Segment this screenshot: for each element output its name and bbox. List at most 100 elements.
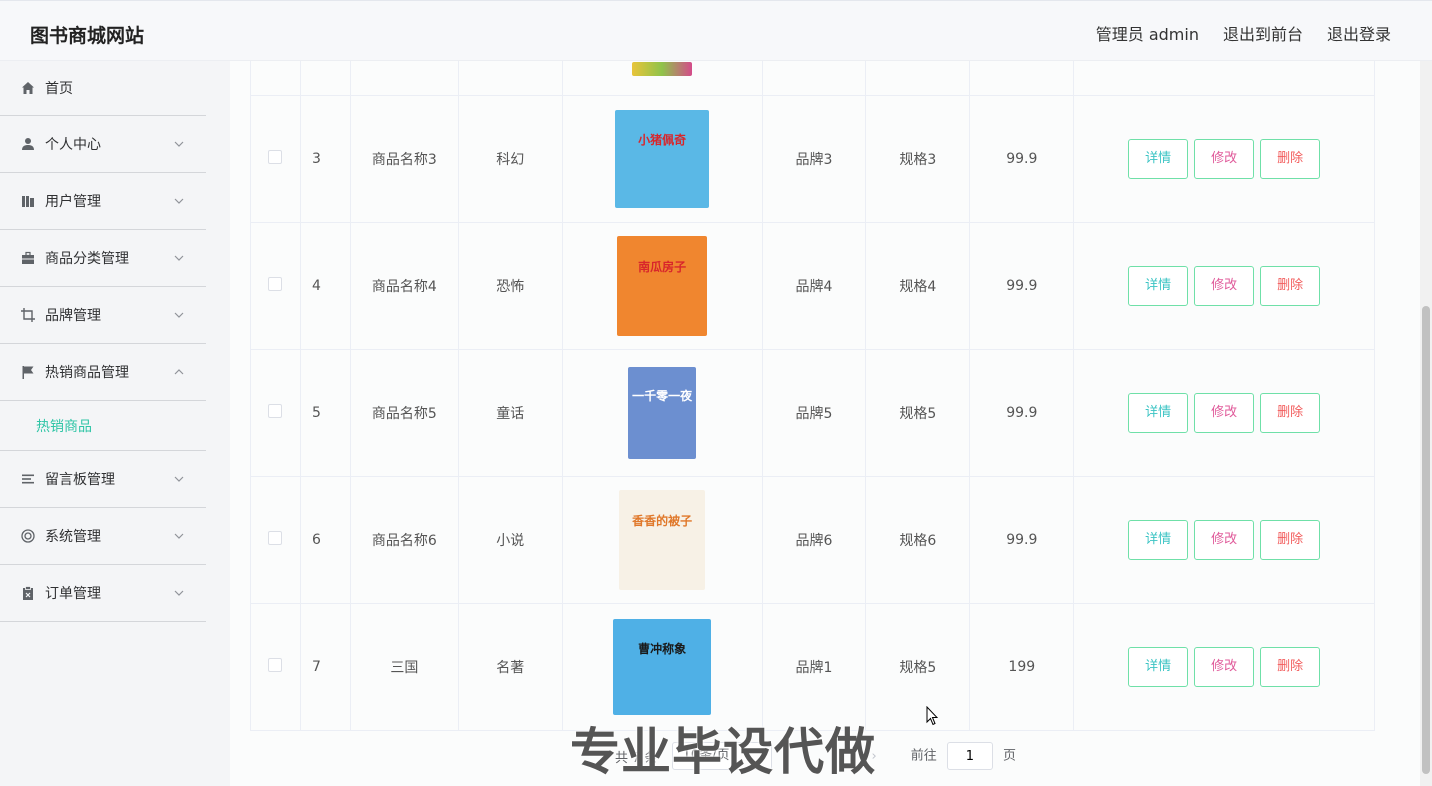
row-index: 4 — [300, 222, 351, 350]
settings-icon — [20, 528, 36, 544]
sidebar-item-users[interactable]: 用户管理 — [0, 173, 206, 230]
product-category: 恐怖 — [458, 222, 563, 350]
product-price: 99.9 — [969, 222, 1075, 350]
product-brand: 品牌5 — [762, 349, 867, 477]
row-actions: 详情 修改 删除 — [1073, 95, 1375, 223]
product-spec: 规格3 — [865, 95, 971, 223]
detail-button[interactable]: 详情 — [1128, 138, 1189, 179]
delete-button[interactable]: 删除 — [1260, 138, 1321, 179]
sidebar-item-label: 商品分类管理 — [45, 251, 129, 267]
product-category: 童话 — [458, 349, 563, 477]
next-page-icon[interactable]: › — [872, 749, 877, 764]
sidebar-menu: 首页 个人中心 用户管理 商品分类管理 品牌管理 热销商品管理 热销商品 留言板… — [0, 61, 206, 786]
product-name: 三国 — [350, 603, 459, 731]
product-cover-image: 一千零一夜 — [628, 366, 697, 459]
delete-button[interactable]: 删除 — [1260, 646, 1321, 687]
admin-account-link[interactable]: 管理员 admin — [1096, 21, 1199, 45]
product-cover-cell: 南瓜房子 — [562, 222, 763, 350]
product-brand: 品牌1 — [762, 603, 867, 731]
flag-icon — [20, 364, 36, 380]
goto-page-input[interactable] — [946, 742, 993, 770]
product-cover-cell: 一千零一夜 — [562, 349, 763, 477]
edit-button[interactable]: 修改 — [1194, 646, 1255, 687]
sidebar-item-personal[interactable]: 个人中心 — [0, 116, 206, 173]
sidebar-item-system[interactable]: 系统管理 — [0, 508, 206, 565]
delete-button[interactable]: 删除 — [1260, 519, 1321, 560]
chevron-down-icon — [174, 198, 184, 204]
product-cover-cell: 香香的被子 — [562, 476, 763, 604]
sidebar-item-orders[interactable]: 订单管理 — [0, 565, 206, 622]
table-row: 4 商品名称4 恐怖 南瓜房子 品牌4 规格4 99.9 详情 修改 删除 — [250, 222, 1375, 350]
page-unit-label: 页 — [1003, 748, 1017, 764]
sidebar-subitem-hot-products[interactable]: 热销商品 — [0, 401, 206, 451]
row-select-cell — [250, 95, 301, 223]
chevron-up-icon — [174, 369, 184, 375]
edit-button[interactable]: 修改 — [1194, 392, 1255, 433]
vertical-scrollbar[interactable] — [1420, 61, 1432, 786]
product-name: 商品名称3 — [350, 95, 459, 223]
product-spec: 规格5 — [865, 603, 971, 731]
product-category: 名著 — [458, 603, 563, 731]
sidebar-item-messages[interactable]: 留言板管理 — [0, 451, 206, 508]
sidebar-item-label: 首页 — [45, 81, 73, 97]
detail-button[interactable]: 详情 — [1128, 392, 1189, 433]
sidebar-item-hot[interactable]: 热销商品管理 — [0, 344, 206, 401]
detail-button[interactable]: 详情 — [1128, 265, 1189, 306]
briefcase-icon — [20, 250, 36, 266]
delete-button[interactable]: 删除 — [1260, 392, 1321, 433]
chevron-down-icon — [174, 476, 184, 482]
table-row: 7 三国 名著 曹冲称象 品牌1 规格5 199 详情 修改 删除 — [250, 603, 1375, 731]
page-size-select[interactable]: 10条/页 — [671, 742, 772, 770]
clipboard-icon — [20, 585, 36, 601]
product-price: 99.9 — [969, 476, 1075, 604]
chevron-down-icon — [174, 590, 184, 596]
goto-page: 前往 页 — [911, 742, 1016, 770]
cover-title: 曹冲称象 — [638, 641, 687, 656]
cover-title: 南瓜房子 — [638, 259, 687, 274]
product-spec: 规格4 — [865, 222, 971, 350]
row-checkbox[interactable] — [268, 530, 283, 545]
exit-to-front-link[interactable]: 退出到前台 — [1223, 21, 1303, 45]
sidebar-item-category[interactable]: 商品分类管理 — [0, 230, 206, 287]
sidebar-item-home[interactable]: 首页 — [0, 61, 206, 116]
edit-button[interactable]: 修改 — [1194, 519, 1255, 560]
row-actions: 详情 修改 删除 — [1073, 476, 1375, 604]
product-brand: 品牌6 — [762, 476, 867, 604]
sidebar-item-brand[interactable]: 品牌管理 — [0, 287, 206, 344]
cover-title: 香香的被子 — [632, 513, 693, 528]
product-cover-image: 南瓜房子 — [617, 235, 708, 336]
row-checkbox[interactable] — [268, 657, 283, 672]
top-header: 图书商城网站 管理员 admin 退出到前台 退出登录 — [0, 0, 1432, 61]
products-table: 3 商品名称3 科幻 小猪佩奇 品牌3 规格3 99.9 详情 修改 删除 4 商品名称4 恐怖 南瓜房子… — [250, 61, 1375, 731]
sidebar-item-label: 个人中心 — [45, 137, 101, 153]
detail-button[interactable]: 详情 — [1128, 519, 1189, 560]
product-name: 商品名称5 — [350, 349, 459, 477]
scrollbar-thumb[interactable] — [1422, 306, 1430, 774]
row-checkbox[interactable] — [268, 149, 283, 164]
sidebar-item-label: 订单管理 — [45, 586, 101, 602]
logout-link[interactable]: 退出登录 — [1327, 21, 1391, 45]
row-select-cell — [250, 603, 301, 731]
product-spec: 规格5 — [865, 349, 971, 477]
header-links: 管理员 admin 退出到前台 退出登录 — [1096, 21, 1391, 45]
row-select-cell — [250, 476, 301, 604]
product-cover-image: 小猪佩奇 — [615, 109, 710, 208]
edit-button[interactable]: 修改 — [1194, 265, 1255, 306]
row-actions: 详情 修改 删除 — [1073, 603, 1375, 731]
delete-button[interactable]: 删除 — [1260, 265, 1321, 306]
row-index: 5 — [300, 349, 351, 477]
row-checkbox[interactable] — [268, 403, 283, 418]
product-cover-image — [632, 61, 693, 76]
table-row — [250, 61, 1375, 96]
sidebar-item-label: 用户管理 — [45, 194, 101, 210]
product-spec: 规格6 — [865, 476, 971, 604]
product-brand: 品牌3 — [762, 95, 867, 223]
product-name: 商品名称4 — [350, 222, 459, 350]
product-price: 199 — [969, 603, 1075, 731]
main-content: 3 商品名称3 科幻 小猪佩奇 品牌3 规格3 99.9 详情 修改 删除 4 商品名称4 恐怖 南瓜房子… — [230, 61, 1420, 786]
edit-button[interactable]: 修改 — [1194, 138, 1255, 179]
chevron-down-icon — [174, 141, 184, 147]
row-checkbox[interactable] — [268, 276, 283, 291]
product-cover-cell: 小猪佩奇 — [562, 95, 763, 223]
detail-button[interactable]: 详情 — [1128, 646, 1189, 687]
